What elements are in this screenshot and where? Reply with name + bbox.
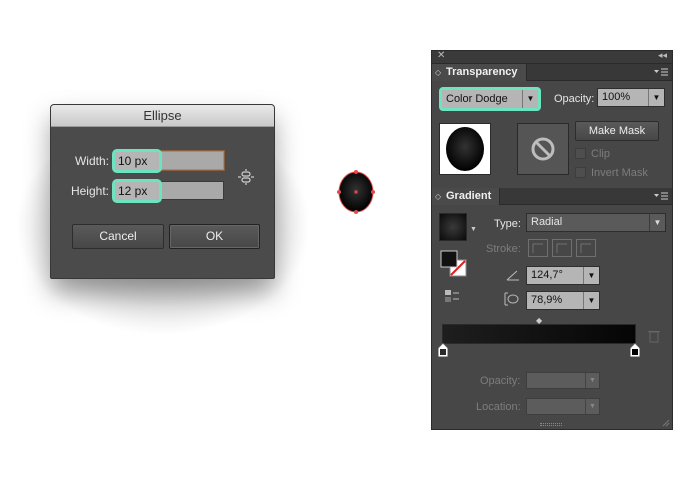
tab-transparency[interactable]: ◇ Transparency [432, 64, 527, 81]
panel-topbar: ✕ ◂◂ [432, 50, 672, 64]
height-label: Height: [70, 184, 109, 198]
opacity-field[interactable]: 100% ▼ [597, 88, 665, 107]
chevron-down-icon[interactable]: ▼ [583, 292, 599, 309]
angle-field[interactable]: 124,7° ▼ [526, 266, 600, 285]
object-thumbnail[interactable] [439, 123, 491, 175]
ok-button[interactable]: OK [169, 224, 260, 249]
stroke-label: Stroke: [486, 243, 521, 255]
chevron-down-icon[interactable]: ▼ [522, 90, 538, 108]
tab-transparency-label: Transparency [446, 66, 518, 78]
gradient-tabbar: ◇ Gradient [432, 188, 672, 205]
stop-location-field: ▼ [526, 398, 600, 415]
gradient-preview-swatch[interactable] [439, 213, 467, 241]
stop-opacity-label: Opacity: [480, 375, 521, 387]
angle-value: 124,7° [531, 269, 563, 281]
trash-icon[interactable] [648, 329, 660, 343]
angle-icon [506, 270, 519, 281]
type-label: Type: [494, 218, 521, 230]
stop-opacity-field: ▼ [526, 372, 600, 389]
width-field-bg[interactable] [159, 151, 224, 170]
tab-toggle-icon[interactable]: ◇ [435, 188, 441, 205]
blend-mode-value: Color Dodge [446, 93, 508, 105]
aspect-ratio-value: 78,9% [531, 294, 563, 306]
invert-mask-label: Invert Mask [591, 167, 648, 179]
gradient-swatch-dropdown-icon[interactable]: ▼ [470, 223, 477, 237]
chevron-down-icon[interactable]: ▼ [649, 214, 665, 231]
dialog-title: Ellipse [51, 105, 274, 127]
height-field-bg[interactable] [159, 181, 224, 200]
height-field[interactable]: 12 px [112, 179, 162, 203]
panel-menu-icon[interactable] [654, 67, 668, 77]
constrain-proportions-icon[interactable] [237, 169, 255, 185]
tab-gradient[interactable]: ◇ Gradient [432, 188, 501, 205]
thumbnail-ellipse [446, 127, 484, 171]
stroke-options-icons[interactable] [528, 239, 598, 257]
clip-checkbox[interactable] [575, 148, 586, 159]
transparency-tabbar: ◇ Transparency [432, 64, 672, 81]
aspect-ratio-icon [504, 292, 519, 306]
chevron-down-icon: ▼ [585, 373, 599, 388]
gradient-type-select[interactable]: Radial ▼ [526, 213, 666, 232]
chevron-down-icon[interactable]: ▼ [648, 89, 664, 106]
invert-mask-checkbox[interactable] [575, 167, 586, 178]
ellipse-dialog: Ellipse Width: 10 px Height: 12 px Cance… [50, 104, 275, 279]
collapse-panel-icon[interactable]: ◂◂ [658, 50, 667, 61]
mask-thumbnail[interactable] [517, 123, 569, 175]
gradient-type-value: Radial [531, 216, 563, 228]
clip-label: Clip [591, 148, 610, 160]
resize-corner-icon[interactable] [662, 419, 670, 427]
gradient-slider[interactable] [442, 324, 636, 344]
color-stop-left[interactable] [438, 343, 448, 357]
stop-location-label: Location: [476, 401, 521, 413]
width-label: Width: [74, 154, 109, 168]
color-stop-right[interactable] [630, 343, 640, 357]
fill-stroke-icon[interactable] [440, 250, 468, 278]
make-mask-button[interactable]: Make Mask [575, 121, 659, 141]
blend-mode-select[interactable]: Color Dodge ▼ [439, 87, 541, 111]
reverse-gradient-icon[interactable] [444, 289, 460, 303]
panel-resize-grip[interactable] [540, 423, 562, 426]
close-panel-icon[interactable]: ✕ [437, 50, 445, 61]
tab-toggle-icon[interactable]: ◇ [435, 64, 441, 81]
opacity-label: Opacity: [554, 93, 595, 105]
chevron-down-icon[interactable]: ▼ [583, 267, 599, 284]
panel-menu-icon[interactable] [654, 191, 668, 201]
panel-group: ✕ ◂◂ ◇ Transparency Color Dodge ▼ Opacit… [431, 50, 673, 430]
selected-ellipse[interactable] [336, 169, 376, 215]
opacity-value: 100% [602, 91, 631, 103]
cancel-button[interactable]: Cancel [72, 224, 164, 249]
aspect-ratio-field[interactable]: 78,9% ▼ [526, 291, 600, 310]
tab-gradient-label: Gradient [446, 190, 492, 202]
width-field[interactable]: 10 px [112, 149, 162, 173]
no-mask-icon [531, 137, 555, 161]
chevron-down-icon: ▼ [585, 399, 599, 414]
